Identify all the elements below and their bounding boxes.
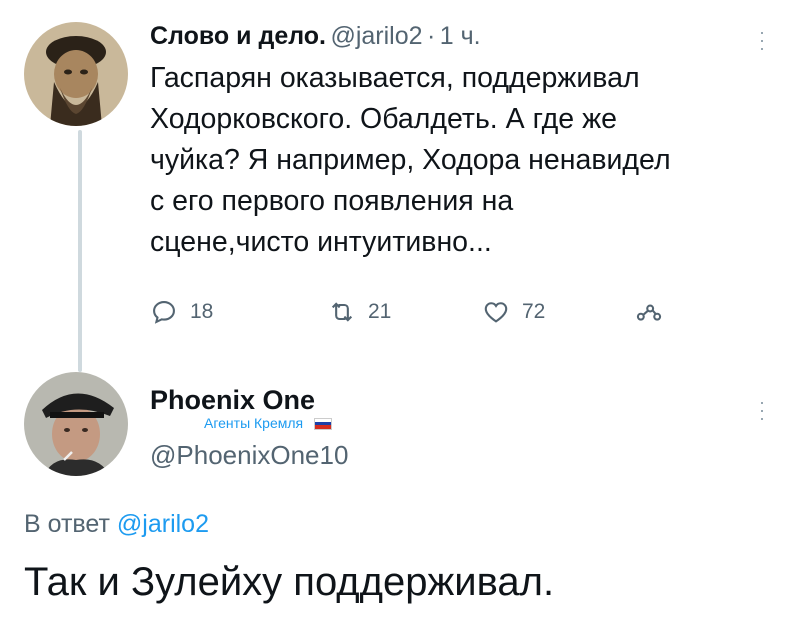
heart-icon (484, 302, 508, 323)
tweet2-text: Так и Зулейху поддерживал. (24, 560, 555, 604)
like-count: 72 (522, 300, 546, 323)
tweet2-sub-label: Агенты Кремля (204, 415, 304, 431)
reply-count: 18 (190, 300, 214, 323)
share-icon (636, 304, 662, 321)
tweet2-more-icon[interactable]: · · · (757, 393, 767, 427)
reply-to-mention[interactable]: @jarilo2 (117, 510, 209, 538)
tweet1-header: Слово и дело. @jarilo2 · 1 ч. (150, 22, 481, 51)
tweet2-handle[interactable]: @PhoenixOne10 (150, 440, 348, 471)
tweet1-handle[interactable]: @jarilo2 (330, 22, 422, 50)
man-in-cap-avatar-icon (24, 372, 128, 476)
portrait-avatar-icon (24, 22, 128, 126)
reply-to-line: В ответ @jarilo2 (24, 510, 209, 539)
tweet1-avatar[interactable] (24, 22, 128, 126)
share-button[interactable] (635, 298, 663, 326)
tweet2-avatar[interactable] (24, 372, 128, 476)
retweet-count: 21 (368, 300, 392, 323)
thread-line (78, 130, 82, 372)
like-button[interactable]: 72 (482, 298, 545, 326)
reply-icon (153, 301, 175, 324)
reply-to-prefix: В ответ (24, 510, 110, 538)
tweet1-time[interactable]: 1 ч. (440, 22, 481, 50)
tweet2-sub-label-row: Агенты Кремля (204, 415, 332, 433)
russian-flag-icon (313, 417, 332, 430)
retweet-button[interactable]: 21 (328, 298, 391, 326)
tweet2-author-name[interactable]: Phoenix One (150, 385, 315, 416)
retweet-icon (331, 302, 353, 322)
tweet1-text: Гаспарян оказывается, поддерживал Ходорк… (150, 62, 671, 258)
reply-button[interactable]: 18 (150, 298, 213, 326)
tweet1-separator: · (426, 22, 436, 50)
tweet1-more-icon[interactable]: · · · (757, 23, 767, 57)
tweet1-author-name[interactable]: Слово и дело. (150, 22, 326, 50)
